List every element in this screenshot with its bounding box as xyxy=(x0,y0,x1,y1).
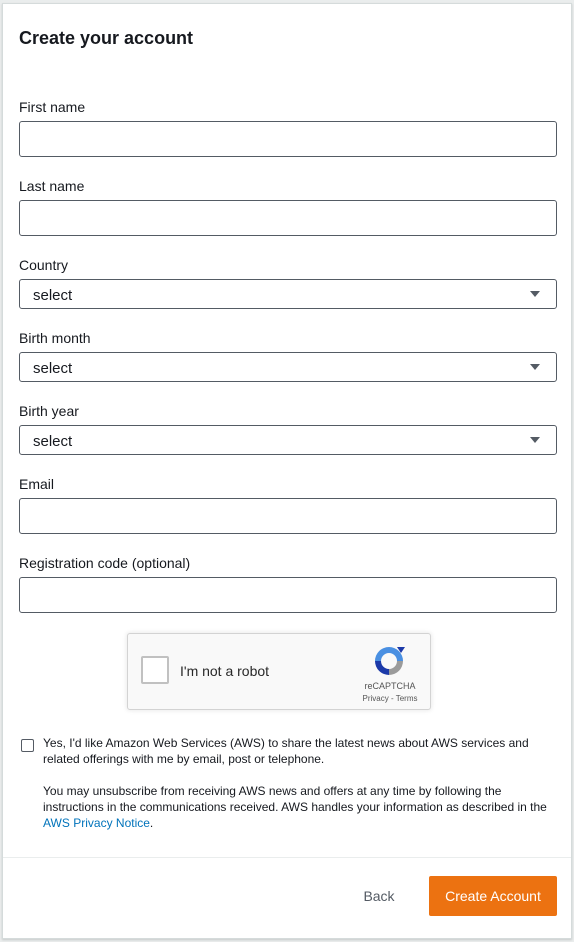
footer-divider xyxy=(3,857,571,858)
birth-year-select-value: select xyxy=(33,433,73,450)
first-name-input[interactable] xyxy=(19,121,557,157)
marketing-consent-text: Yes, I'd like Amazon Web Services (AWS) … xyxy=(43,736,529,766)
create-account-card: Create your account First name Last name… xyxy=(2,3,572,939)
last-name-label: Last name xyxy=(19,178,85,194)
email-input[interactable] xyxy=(19,498,557,534)
last-name-input[interactable] xyxy=(19,200,557,236)
email-label: Email xyxy=(19,476,55,492)
country-select-value: select xyxy=(33,287,73,304)
recaptcha-brand: reCAPTCHA xyxy=(364,681,416,691)
privacy-notice-body: You may unsubscribe from receiving AWS n… xyxy=(43,784,547,814)
recaptcha-label: I'm not a robot xyxy=(180,663,270,679)
caret-down-icon xyxy=(530,364,540,370)
privacy-notice-end: . xyxy=(149,816,154,830)
aws-privacy-notice-link[interactable]: AWS Privacy Notice xyxy=(43,816,150,830)
birth-month-select[interactable]: select xyxy=(19,352,557,382)
birth-year-select[interactable]: select xyxy=(19,425,557,455)
caret-down-icon xyxy=(530,437,540,443)
registration-code-label: Registration code (optional) xyxy=(19,555,191,571)
country-label: Country xyxy=(19,257,69,273)
back-button[interactable]: Back xyxy=(343,876,415,916)
caret-down-icon xyxy=(530,291,540,297)
create-account-button[interactable]: Create Account xyxy=(429,876,557,916)
page-title: Create your account xyxy=(19,28,194,48)
birth-month-select-value: select xyxy=(33,360,73,377)
marketing-consent-checkbox[interactable] xyxy=(21,739,34,752)
country-select[interactable]: select xyxy=(19,279,557,309)
birth-month-label: Birth month xyxy=(19,330,91,346)
recaptcha-logo-icon xyxy=(375,647,405,675)
first-name-label: First name xyxy=(19,99,86,115)
privacy-notice-text: You may unsubscribe from receiving AWS n… xyxy=(43,783,551,831)
recaptcha-widget: I'm not a robot reCAPTCHA Privacy - Term… xyxy=(127,633,431,710)
birth-year-label: Birth year xyxy=(19,403,79,419)
recaptcha-checkbox[interactable] xyxy=(141,656,169,684)
recaptcha-links[interactable]: Privacy - Terms xyxy=(356,694,424,703)
registration-code-input[interactable] xyxy=(19,577,557,613)
